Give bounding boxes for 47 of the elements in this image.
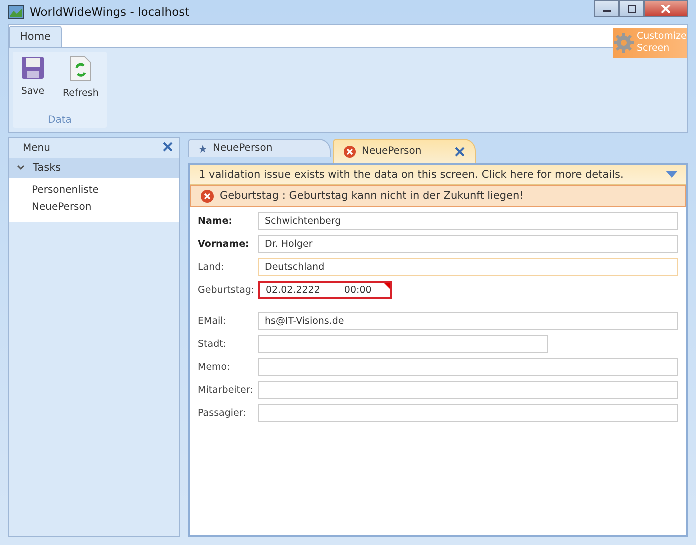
input-field[interactable]: 02.02.2222 00:00 [258, 281, 392, 299]
save-button[interactable]: Save [17, 54, 49, 101]
group-label: Data [48, 115, 72, 126]
input-field[interactable]: Dr. Holger [258, 235, 678, 253]
input-field[interactable]: Schwichtenberg [258, 212, 678, 230]
maximize-button[interactable] [619, 0, 644, 17]
input-field[interactable] [258, 381, 678, 399]
close-icon [661, 4, 671, 12]
input-field[interactable] [258, 358, 678, 376]
menu-item[interactable]: NeuePerson [9, 199, 179, 216]
field-label: Mitarbeiter: [198, 384, 254, 396]
menu-item[interactable]: Personenliste [9, 182, 179, 199]
input-field[interactable]: hs@IT-Visions.de [258, 312, 678, 330]
close-icon[interactable] [163, 142, 173, 154]
ribbon-tab[interactable]: Home [9, 26, 62, 47]
field-label: Vorname: [198, 238, 250, 250]
gear-icon [613, 32, 635, 54]
close-button[interactable] [644, 0, 688, 17]
field-label: Geburtstag: [198, 284, 256, 296]
app-icon [8, 5, 24, 19]
window-title: WorldWideWings - localhost [30, 5, 190, 19]
field-label: Memo: [198, 362, 232, 372]
field-label: Land: [198, 262, 226, 272]
validation-issue[interactable]: Geburtstag : Geburtstag kann nicht in der Zukunft liegen! [190, 185, 686, 207]
field-label: Passagier: [198, 408, 248, 418]
error-icon [344, 146, 356, 158]
refresh-document-icon [70, 56, 92, 82]
dropdown-arrow-icon [666, 171, 678, 178]
menu-title: Menu [23, 142, 50, 154]
error-icon [201, 190, 214, 202]
menu-section[interactable]: Tasks [9, 158, 179, 178]
chevron-icon [17, 165, 25, 171]
field-label: EMail: [198, 316, 228, 326]
validation-summary[interactable]: 1 validation issue exists with the data on this screen. Click here for more details. [190, 165, 686, 185]
field-label: Stadt: [198, 338, 228, 350]
screen-tab[interactable]: NeuePerson [188, 139, 331, 157]
close-icon[interactable] [455, 146, 465, 156]
input-field[interactable] [258, 335, 548, 353]
star-icon [199, 144, 207, 152]
maximize-icon [626, 4, 636, 12]
input-field[interactable] [258, 404, 678, 422]
minimize-button[interactable] [594, 0, 619, 17]
screen-tab[interactable]: NeuePerson [333, 139, 476, 163]
input-field[interactable]: Deutschland [258, 258, 678, 276]
field-label: Name: [198, 216, 234, 226]
refresh-button[interactable]: Refresh [59, 54, 103, 101]
error-corner-icon [384, 283, 390, 289]
